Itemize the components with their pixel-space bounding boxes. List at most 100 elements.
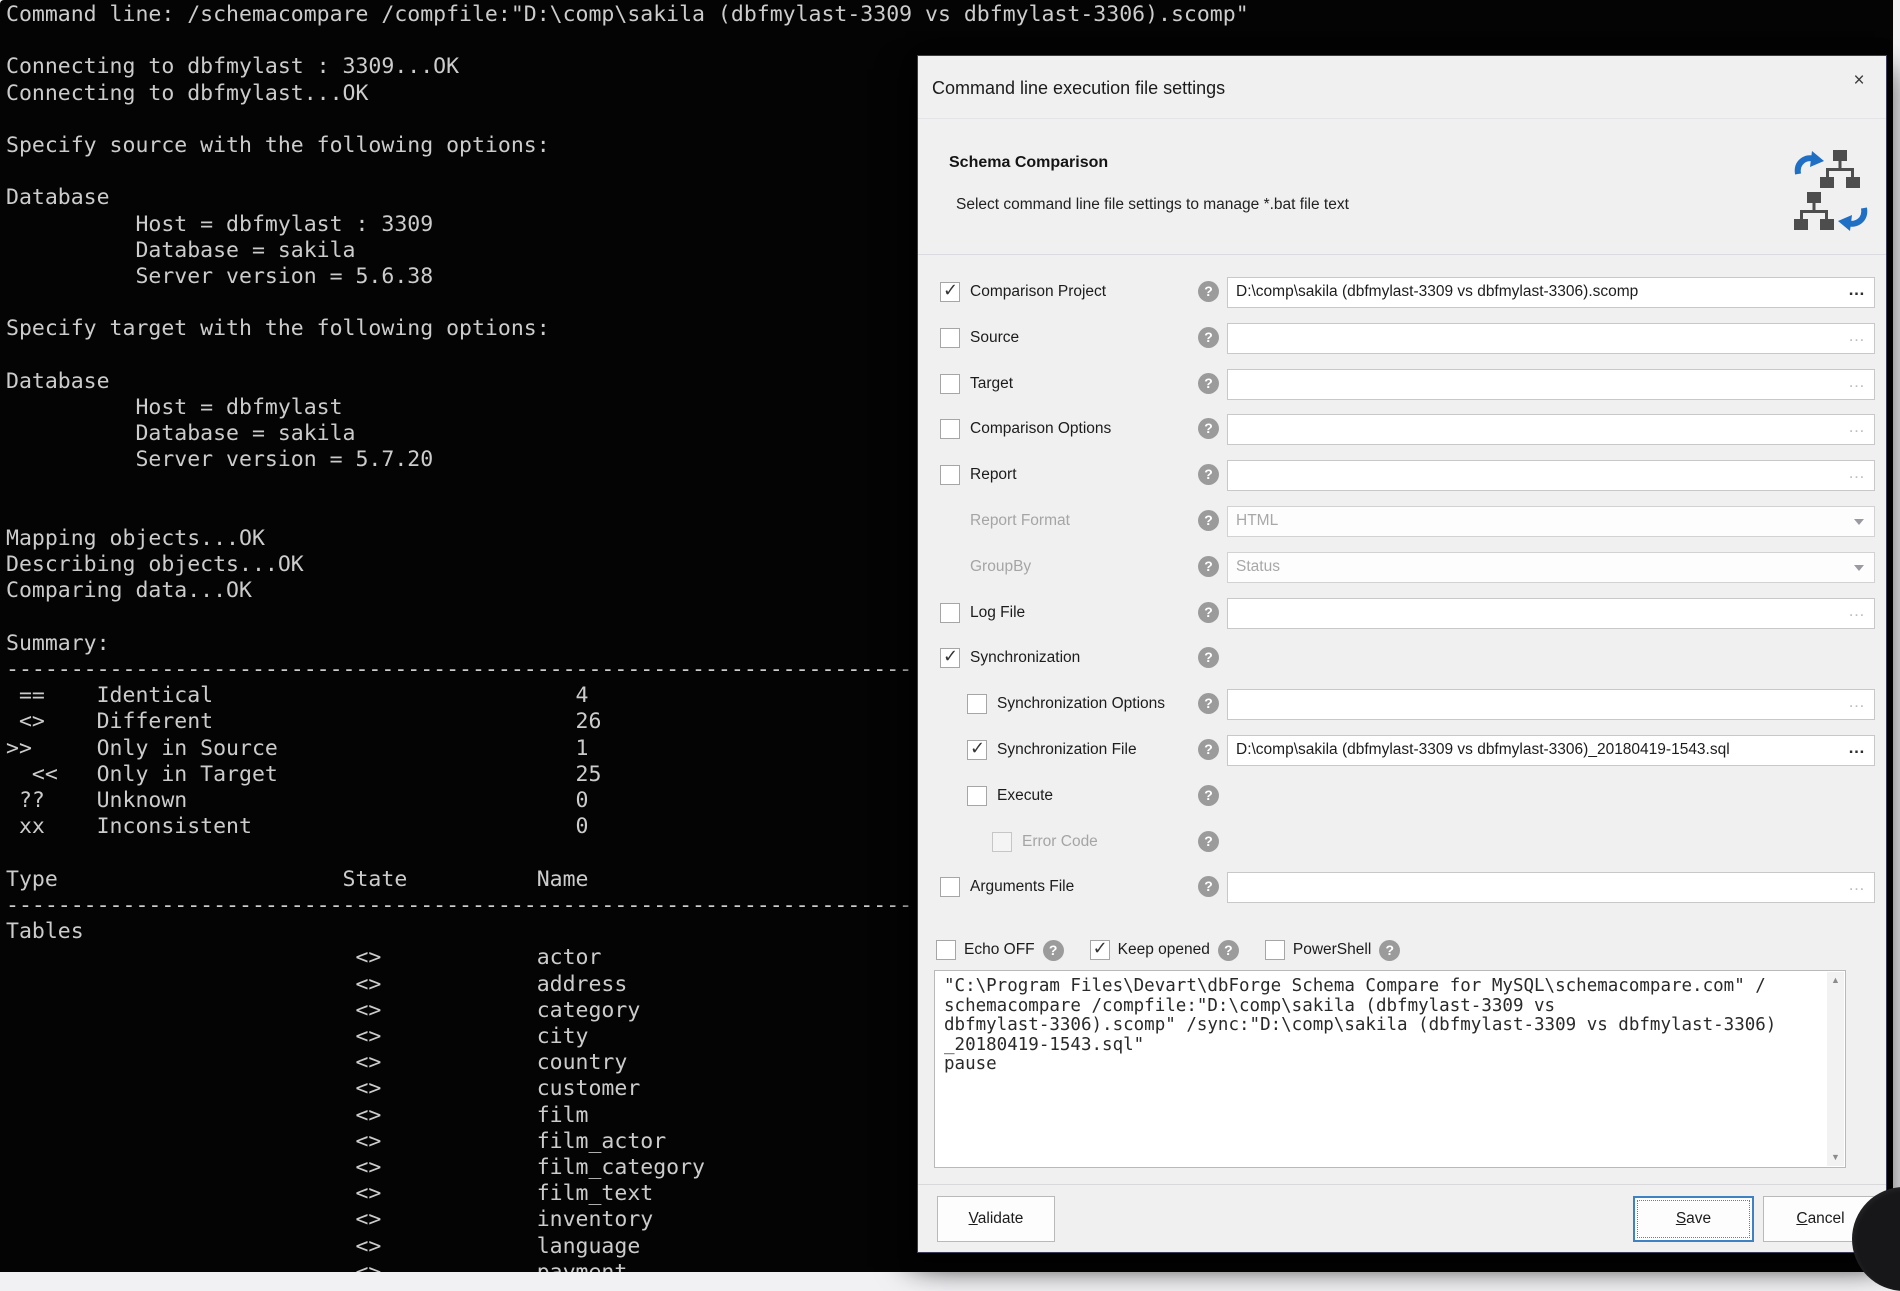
help-icon[interactable]: ?	[1198, 281, 1219, 302]
browse-icon[interactable]: …	[1848, 417, 1866, 437]
report-format-value: HTML	[1236, 512, 1840, 530]
report-label: Report	[970, 466, 1017, 484]
arguments-file-input[interactable]: …	[1227, 872, 1875, 903]
source-label: Source	[970, 329, 1019, 347]
chevron-down-icon[interactable]	[1854, 519, 1864, 525]
groupby-input[interactable]: Status	[1227, 552, 1875, 583]
header-divider	[918, 118, 1886, 119]
help-icon[interactable]: ?	[1198, 602, 1219, 623]
option-powershell: PowerShell?	[1265, 940, 1400, 961]
bat-text-box[interactable]: "C:\Program Files\Devart\dbForge Schema …	[934, 970, 1846, 1168]
help-icon[interactable]: ?	[1198, 327, 1219, 348]
browse-icon[interactable]: …	[1848, 326, 1866, 346]
schema-compare-icon	[1792, 148, 1870, 234]
comparison-project-label: Comparison Project	[970, 283, 1106, 301]
chevron-down-icon[interactable]	[1854, 565, 1864, 571]
report-format-label: Report Format	[970, 512, 1070, 530]
help-icon[interactable]: ?	[1198, 647, 1219, 668]
report-checkbox[interactable]	[940, 465, 960, 485]
row-report-format: Report Format? HTML	[918, 499, 1886, 545]
log-file-input[interactable]: …	[1227, 598, 1875, 629]
scroll-up-icon[interactable]: ▲	[1827, 972, 1844, 989]
close-icon[interactable]: ×	[1846, 68, 1872, 94]
comparison-project-checkbox[interactable]: ✓	[940, 282, 960, 302]
option-echo-off: Echo OFF?	[936, 940, 1064, 961]
comparison-options-input[interactable]: …	[1227, 414, 1875, 445]
synchronization-options-input[interactable]: …	[1227, 689, 1875, 720]
help-icon[interactable]: ?	[1198, 464, 1219, 485]
help-icon[interactable]: ?	[1198, 693, 1219, 714]
option-keep-opened: ✓Keep opened?	[1090, 940, 1239, 961]
help-icon[interactable]: ?	[1198, 876, 1219, 897]
browse-icon[interactable]: …	[1848, 372, 1866, 392]
row-target: Target? …	[918, 362, 1886, 408]
validate-button[interactable]: Validate	[937, 1196, 1055, 1242]
comparison-project-input[interactable]: D:\comp\sakila (dbfmylast-3309 vs dbfmyl…	[1227, 277, 1875, 308]
help-icon[interactable]: ?	[1218, 940, 1239, 961]
powershell-checkbox[interactable]	[1265, 940, 1285, 960]
dialog-subtitle: Select command line file settings to man…	[956, 196, 1349, 214]
scroll-down-icon[interactable]: ▼	[1827, 1149, 1844, 1166]
help-icon[interactable]: ?	[1198, 831, 1219, 852]
groupby-label: GroupBy	[970, 558, 1031, 576]
help-icon[interactable]: ?	[1198, 785, 1219, 806]
row-synchronization: ✓ Synchronization?	[918, 636, 1886, 682]
target-checkbox[interactable]	[940, 374, 960, 394]
synchronization-file-input[interactable]: D:\comp\sakila (dbfmylast-3309 vs dbfmyl…	[1227, 735, 1875, 766]
help-icon[interactable]: ?	[1198, 739, 1219, 760]
footer-divider	[918, 1184, 1886, 1185]
browse-icon[interactable]: …	[1848, 601, 1866, 621]
row-error-code: Error Code?	[918, 820, 1886, 866]
browse-icon[interactable]: …	[1848, 875, 1866, 895]
comparison-options-label: Comparison Options	[970, 420, 1111, 438]
target-label: Target	[970, 375, 1013, 393]
help-icon[interactable]: ?	[1043, 940, 1064, 961]
browse-icon[interactable]: …	[1848, 738, 1866, 758]
keep-opened-checkbox[interactable]: ✓	[1090, 940, 1110, 960]
check-icon: ✓	[943, 646, 958, 667]
help-icon[interactable]: ?	[1198, 373, 1219, 394]
groupby-value: Status	[1236, 558, 1840, 576]
command-line-settings-dialog: Command line execution file settings × S…	[917, 55, 1887, 1253]
section-divider	[918, 254, 1886, 255]
powershell-label: PowerShell	[1293, 941, 1371, 959]
arguments-file-checkbox[interactable]	[940, 877, 960, 897]
help-icon[interactable]: ?	[1379, 940, 1400, 961]
report-format-input[interactable]: HTML	[1227, 506, 1875, 537]
row-comparison-options: Comparison Options? …	[918, 407, 1886, 453]
row-report: Report? …	[918, 453, 1886, 499]
echo-off-label: Echo OFF	[964, 941, 1035, 959]
report-input[interactable]: …	[1227, 460, 1875, 491]
row-execute: Execute?	[918, 774, 1886, 820]
synchronization-file-checkbox[interactable]: ✓	[967, 740, 987, 760]
synchronization-file-label: Synchronization File	[997, 741, 1137, 759]
synchronization-options-label: Synchronization Options	[997, 695, 1165, 713]
row-groupby: GroupBy? Status	[918, 545, 1886, 591]
check-icon: ✓	[1093, 938, 1108, 959]
echo-off-checkbox[interactable]	[936, 940, 956, 960]
help-icon[interactable]: ?	[1198, 418, 1219, 439]
error-code-checkbox[interactable]	[992, 832, 1012, 852]
bat-scrollbar[interactable]: ▲ ▼	[1827, 972, 1844, 1166]
row-source: Source? …	[918, 316, 1886, 362]
comparison-options-checkbox[interactable]	[940, 419, 960, 439]
synchronization-file-value: D:\comp\sakila (dbfmylast-3309 vs dbfmyl…	[1236, 741, 1840, 759]
synchronization-label: Synchronization	[970, 649, 1080, 667]
dialog-title: Command line execution file settings	[932, 78, 1225, 99]
source-input[interactable]: …	[1227, 323, 1875, 354]
help-icon[interactable]: ?	[1198, 510, 1219, 531]
browse-icon[interactable]: …	[1848, 280, 1866, 300]
synchronization-options-checkbox[interactable]	[967, 694, 987, 714]
execute-checkbox[interactable]	[967, 786, 987, 806]
target-input[interactable]: …	[1227, 369, 1875, 400]
row-log-file: Log File?…	[918, 591, 1886, 637]
synchronization-checkbox[interactable]: ✓	[940, 648, 960, 668]
browse-icon[interactable]: …	[1848, 463, 1866, 483]
browse-icon[interactable]: …	[1848, 692, 1866, 712]
save-button[interactable]: Save	[1633, 1196, 1754, 1242]
arguments-file-label: Arguments File	[970, 878, 1074, 896]
log-file-checkbox[interactable]	[940, 603, 960, 623]
source-checkbox[interactable]	[940, 328, 960, 348]
execute-label: Execute	[997, 787, 1053, 805]
help-icon[interactable]: ?	[1198, 556, 1219, 577]
